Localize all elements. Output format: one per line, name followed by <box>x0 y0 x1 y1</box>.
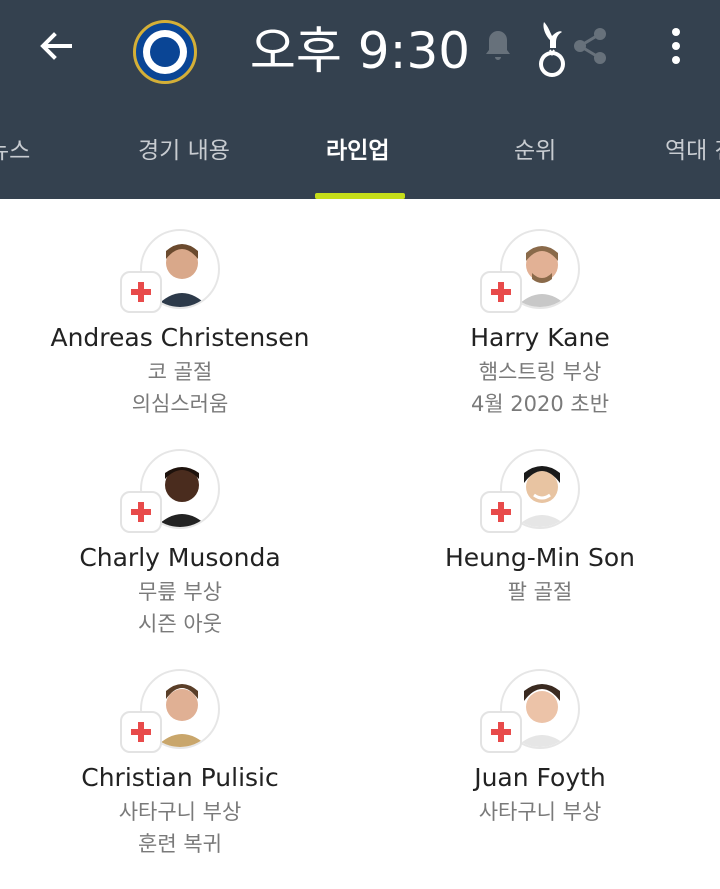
tab-head-to-head[interactable]: 역대 전 <box>665 128 720 174</box>
back-button[interactable] <box>30 22 82 70</box>
bell-icon[interactable] <box>476 22 520 66</box>
injured-player-card[interactable]: Juan Foyth 사타구니 부상 <box>360 669 720 889</box>
active-tab-indicator <box>315 193 405 199</box>
player-name: Christian Pulisic <box>81 763 279 792</box>
injured-player-card[interactable]: Harry Kane 햄스트링 부상 4월 2020 초반 <box>360 229 720 449</box>
player-name: Juan Foyth <box>474 763 606 792</box>
return-status: 4월 2020 초반 <box>470 392 610 416</box>
injured-player-card[interactable]: Christian Pulisic 사타구니 부상 훈련 복귀 <box>0 669 360 889</box>
injury-type: 햄스트링 부상 <box>478 360 602 384</box>
player-name: Harry Kane <box>470 323 610 352</box>
more-vert-icon[interactable] <box>660 22 692 70</box>
player-name: Charly Musonda <box>79 543 281 572</box>
match-header: 오후 9:30 뉴스 경기 내용 라인업 순위 역대 전 <box>0 0 720 199</box>
player-name: Heung-Min Son <box>444 543 636 572</box>
injury-icon <box>120 271 162 313</box>
tab-match-details[interactable]: 경기 내용 <box>138 128 230 174</box>
injury-icon <box>480 271 522 313</box>
share-icon[interactable] <box>568 24 612 68</box>
return-status: 시즌 아웃 <box>138 612 222 636</box>
injured-player-card[interactable]: Heung-Min Son 팔 골절 <box>360 449 720 669</box>
tab-standings[interactable]: 순위 <box>514 128 556 174</box>
tab-lineup[interactable]: 라인업 <box>326 128 389 174</box>
return-status: 의심스러움 <box>131 392 229 416</box>
injury-type: 사타구니 부상 <box>478 800 602 824</box>
chelsea-crest-icon[interactable] <box>133 20 197 84</box>
match-time: 오후 9:30 <box>249 22 471 80</box>
injured-player-card[interactable]: Andreas Christensen 코 골절 의심스러움 <box>0 229 360 449</box>
injury-type: 코 골절 <box>147 360 213 384</box>
injury-type: 사타구니 부상 <box>118 800 242 824</box>
injury-type: 무릎 부상 <box>138 580 222 604</box>
injured-player-card[interactable]: Charly Musonda 무릎 부상 시즌 아웃 <box>0 449 360 669</box>
return-status: 훈련 복귀 <box>138 832 222 856</box>
injury-type: 팔 골절 <box>507 580 573 604</box>
injury-icon <box>120 491 162 533</box>
injury-icon <box>120 711 162 753</box>
injury-icon <box>480 711 522 753</box>
tab-news[interactable]: 뉴스 <box>0 128 30 174</box>
arrow-left-icon <box>40 32 72 60</box>
injury-icon <box>480 491 522 533</box>
player-name: Andreas Christensen <box>50 323 310 352</box>
